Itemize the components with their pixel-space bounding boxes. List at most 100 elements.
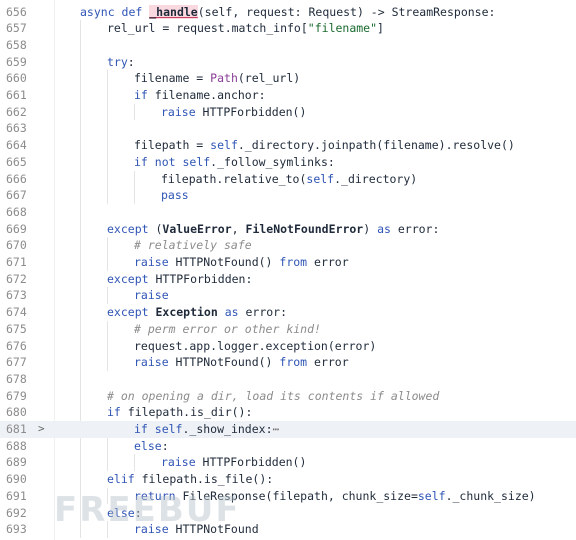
code-token: ) [363, 221, 378, 236]
code-token: error [314, 255, 349, 269]
code-token: ._chunk_size) [445, 488, 536, 503]
code-token: Path [210, 71, 238, 86]
line-number: 665 [6, 154, 27, 169]
code-token: ._directory.joinpath(filename).resolve() [237, 138, 515, 153]
line-number: 661 [6, 88, 27, 102]
code-line[interactable]: 672 except HTTPForbidden: [0, 271, 576, 288]
code-line[interactable]: 680 if filepath.is_dir(): [0, 404, 576, 421]
code-line[interactable]: 678 [0, 371, 576, 388]
code-line[interactable]: 659 try: [0, 54, 576, 71]
code-text: filename = Path(rel_url) [134, 70, 300, 87]
line-number: 675 [6, 321, 27, 336]
code-line[interactable]: 690 elif filepath.is_file(): [0, 471, 576, 488]
line-number: 659 [6, 54, 27, 69]
code-token: from [279, 255, 315, 269]
code-line[interactable]: 670 # relatively safe [0, 237, 576, 254]
code-line[interactable]: 656 async def _handle(self, request: Requ… [0, 4, 576, 21]
code-text: async def _handle(self, request: Request… [80, 4, 495, 21]
code-line[interactable]: 660 filename = Path(rel_url) [0, 70, 576, 87]
code-text: request.app.logger.exception(error) [134, 338, 376, 355]
code-text: # relatively safe [134, 237, 252, 254]
code-token: self [306, 171, 335, 186]
code-token: _handle [149, 4, 198, 19]
code-text: if filename.anchor: [134, 87, 266, 104]
line-number: 678 [6, 371, 27, 386]
line-number: 673 [6, 288, 27, 303]
code-token: raise [134, 288, 169, 303]
code-line[interactable]: 681 > if self._show_index:⋯ [0, 421, 576, 438]
code-token: : [161, 438, 169, 453]
code-token: (self, request: Request) -> StreamRespon… [197, 4, 496, 19]
folded-ellipsis-icon[interactable]: ⋯ [273, 422, 280, 436]
code-text: raise HTTPForbidden() [161, 454, 306, 471]
code-token: filepath.relative_to( [161, 171, 307, 186]
code-token: as [217, 305, 246, 320]
code-token: elif [107, 472, 142, 487]
line-number: 657 [6, 21, 27, 36]
code-token: filename = [134, 71, 211, 86]
code-line[interactable]: 671 raise HTTPNotFound() from error [0, 254, 576, 271]
code-line[interactable]: 688 else: [0, 438, 576, 455]
line-number: 672 [6, 271, 27, 286]
code-line[interactable]: 676 request.app.logger.exception(error) [0, 338, 576, 355]
line-number: 674 [6, 305, 27, 320]
code-line[interactable]: 679 # on opening a dir, load its contents… [0, 388, 576, 405]
code-token: raise [161, 455, 203, 470]
code-line[interactable]: 663 [0, 120, 576, 137]
code-token: self [210, 138, 238, 153]
code-text: try: [107, 54, 135, 71]
code-line[interactable]: 674 except Exception as error: [0, 304, 576, 321]
code-token: self [154, 422, 183, 436]
line-number: 691 [6, 488, 27, 503]
code-token: HTTPNotFound() [175, 255, 280, 269]
code-text: filepath.relative_to(self._directory) [161, 171, 417, 188]
code-text: if filepath.is_dir(): [107, 404, 252, 421]
watermark-logo: FREEBUF [54, 490, 241, 530]
code-line[interactable]: 669 except (ValueError, FileNotFoundError… [0, 221, 576, 238]
code-text: pass [161, 187, 189, 204]
code-text: rel_url = request.match_info["filename"] [107, 20, 384, 37]
code-line[interactable]: 673 raise [0, 287, 576, 304]
code-token: ._show_index: [182, 422, 273, 436]
code-token: if not [134, 154, 183, 169]
code-token: "filename" [307, 21, 378, 36]
code-line[interactable]: 661 if filename.anchor: [0, 87, 576, 104]
code-line[interactable]: 657 rel_url = request.match_info["filenam… [0, 20, 576, 37]
code-line[interactable]: 675 # perm error or other kind! [0, 321, 576, 338]
code-text: # on opening a dir, load its contents if… [107, 388, 439, 405]
code-line[interactable]: 662 raise HTTPForbidden() [0, 104, 576, 121]
code-editor[interactable]: 656 async def _handle(self, request: Requ… [0, 0, 576, 540]
code-line[interactable]: 658 [0, 37, 576, 54]
code-line[interactable]: 677 raise HTTPNotFound() from error [0, 354, 576, 371]
code-token: if [134, 422, 155, 436]
code-token: if [134, 88, 155, 102]
code-line[interactable]: 666 filepath.relative_to(self._directory) [0, 171, 576, 188]
code-text: raise HTTPForbidden() [161, 104, 306, 121]
code-line[interactable]: 668 [0, 204, 576, 221]
code-token: ._follow_symlinks: [210, 154, 335, 169]
code-token: except [107, 271, 156, 286]
code-token: self [417, 488, 446, 503]
line-number: 689 [6, 455, 27, 470]
code-token: ValueError [162, 221, 232, 236]
code-line[interactable]: 665 if not self._follow_symlinks: [0, 154, 576, 171]
fold-chevron-icon[interactable]: > [38, 421, 48, 438]
code-token: Exception [155, 305, 218, 320]
code-text: # perm error or other kind! [134, 321, 321, 338]
code-token: if [107, 405, 128, 420]
code-line[interactable]: 689 raise HTTPForbidden() [0, 454, 576, 471]
code-text: elif filepath.is_file(): [107, 471, 273, 488]
line-number: 670 [6, 238, 27, 253]
code-token: HTTPForbidden() [202, 104, 307, 119]
code-token: filepath = [134, 138, 211, 153]
code-token: # on opening a dir, load its contents if… [107, 388, 440, 403]
code-token: except [107, 221, 156, 236]
code-line[interactable]: 664 filepath = self._directory.joinpath(f… [0, 137, 576, 154]
code-token: raise [134, 355, 176, 370]
code-token: rel_url = request.match_info[ [107, 21, 308, 36]
line-number: 669 [6, 221, 27, 236]
line-number: 679 [6, 388, 27, 403]
line-number: 676 [6, 338, 27, 353]
line-number: 667 [6, 188, 27, 203]
code-line[interactable]: 667 pass [0, 187, 576, 204]
